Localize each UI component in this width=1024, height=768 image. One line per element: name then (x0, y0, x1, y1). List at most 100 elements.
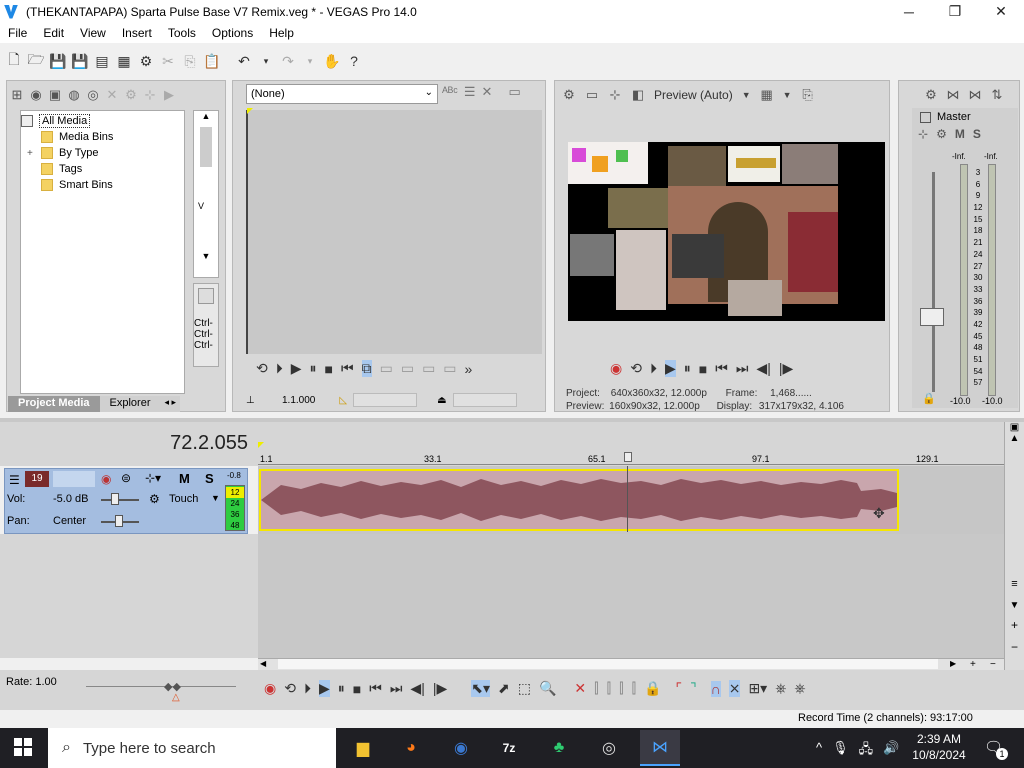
empty-timeline-area[interactable] (258, 534, 1004, 658)
preview-fx-icon[interactable]: ◧ (631, 87, 645, 102)
zoom-in-icon[interactable]: + (970, 659, 976, 670)
media-fx-icon[interactable]: ◍ (67, 87, 81, 102)
undo-icon[interactable]: ↶ (236, 53, 252, 69)
get-photo-icon[interactable]: ▣ (48, 87, 62, 102)
whats-this-icon[interactable]: ? (346, 53, 362, 69)
envelope-tool-icon[interactable]: ⬈ (498, 680, 510, 697)
cut-icon[interactable]: ✂ (160, 53, 176, 69)
next-frame-icon[interactable]: |▶ (779, 360, 793, 377)
minimize-button[interactable]: ─ (886, 0, 932, 23)
gear-icon[interactable]: ⚙ (149, 492, 160, 506)
previous-frame-icon[interactable]: ⏮ (341, 360, 354, 377)
timeline-ruler[interactable]: 1.1 33.1 65.1 97.1 129.1 (258, 422, 1004, 466)
chrome-icon[interactable]: ◉ (446, 734, 476, 762)
paste-icon[interactable]: 📋 (203, 53, 220, 69)
spell-icon[interactable]: ᴬᴮᶜ (442, 84, 458, 100)
tree-item-by-type[interactable]: + By Type (21, 145, 184, 161)
7zip-icon[interactable]: 7z (494, 734, 524, 762)
chevron-down-icon[interactable]: ▼ (211, 493, 220, 503)
audio-track-header[interactable]: ☰ 19 ◉ ⊜ ⊹▾ M S -0.8 Vol: -5.0 dB ⚙ Touc… (4, 468, 248, 534)
scroll-thumb[interactable]: ≡ (1005, 578, 1024, 590)
remove-icon[interactable]: ✕ (482, 84, 493, 100)
pause-icon[interactable]: ⏸ (310, 360, 317, 377)
master-settings-icon[interactable]: ⚙ (936, 127, 947, 141)
previous-frame-icon[interactable]: ◀| (410, 680, 424, 697)
insert-icon[interactable]: ▭ (401, 360, 414, 377)
play-from-start-icon[interactable]: ⏵ (276, 360, 283, 377)
render-icon[interactable]: ▤ (94, 53, 110, 69)
playhead-handle[interactable] (624, 452, 632, 462)
preview-properties-icon[interactable]: ⚙ (562, 87, 576, 102)
automation-icon[interactable]: ⊹▾ (145, 471, 161, 485)
tree-item-smart-bins[interactable]: Smart Bins (21, 177, 184, 193)
master-fader-handle[interactable] (920, 308, 944, 326)
stop-icon[interactable]: ■ (325, 361, 333, 377)
loop-icon[interactable]: ⟲ (630, 360, 642, 377)
close-button[interactable]: ✕ (978, 0, 1024, 23)
menu-options[interactable]: Options (204, 26, 261, 40)
redo-icon[interactable]: ↷ (280, 53, 296, 69)
trimmer-dropdown[interactable]: (None) ⌄ (246, 84, 438, 104)
lock-envelopes-icon[interactable]: 🔒 (644, 680, 661, 697)
record-icon[interactable]: ◉ (610, 360, 622, 377)
save-icon[interactable]: 💾 (49, 53, 66, 69)
ripple-edit-icon[interactable]: ⊞▾ (748, 680, 767, 697)
tab-explorer[interactable]: Explorer (99, 396, 161, 412)
go-to-end-icon[interactable]: ⏭ (736, 360, 749, 377)
play-from-start-icon[interactable]: ⏵ (304, 680, 311, 697)
menu-view[interactable]: View (72, 26, 114, 40)
list-icon[interactable]: ☰ (464, 84, 476, 100)
scroll-up-icon[interactable]: ▲ (1005, 433, 1024, 444)
track-solo-button[interactable]: S (205, 471, 214, 486)
zoom-out-icon[interactable]: − (990, 659, 996, 670)
stop-icon[interactable]: ■ (699, 361, 707, 377)
scroll-right-icon[interactable]: ▶ (950, 659, 956, 668)
track-collapse-icon[interactable]: ☰ (9, 473, 20, 487)
scroll-down-icon[interactable]: ▼ (194, 251, 218, 261)
menu-file[interactable]: File (0, 26, 35, 40)
copy-snapshot-icon[interactable]: ⎘ (801, 87, 815, 102)
file-explorer-icon[interactable]: ▆ (348, 734, 378, 762)
go-to-start-icon[interactable]: ⏮ (715, 360, 728, 377)
play-icon[interactable]: ▶ (291, 360, 302, 377)
show-video-icon[interactable]: ⧉ (361, 360, 372, 377)
preview-quality-dropdown[interactable]: Preview (Auto) (654, 88, 733, 102)
network-icon[interactable]: 🖧 (859, 740, 874, 762)
track-fx-icon[interactable]: ⊜ (121, 471, 131, 485)
previous-frame-icon[interactable]: ◀| (756, 360, 770, 377)
start-button[interactable] (14, 738, 32, 756)
dim-output-icon[interactable]: ⋈ (968, 87, 982, 102)
track-mute-button[interactable]: M (179, 471, 190, 486)
maximize-button[interactable]: ❐ (932, 0, 978, 23)
lock-icon[interactable]: 🔒 (922, 392, 936, 405)
split-screen-icon[interactable]: ⊹ (608, 87, 622, 102)
firefox-icon[interactable]: ◕ (396, 734, 426, 762)
clock[interactable]: 2:39 AM 10/8/2024 (904, 731, 974, 763)
tree-item-tags[interactable]: Tags (21, 161, 184, 177)
app-icon[interactable]: ♣ (544, 734, 574, 762)
selection-tool-icon[interactable]: ⬚ (518, 680, 531, 697)
split-icon[interactable]: ⫿ (632, 680, 636, 697)
menu-edit[interactable]: Edit (35, 26, 72, 40)
settings-icon[interactable]: ⚙ (138, 53, 154, 69)
open-icon[interactable]: 🗁 (27, 51, 44, 69)
pause-icon[interactable]: ⏸ (684, 360, 691, 377)
tab-project-media[interactable]: Project Media (8, 396, 100, 412)
sync-icon[interactable]: ⎈ (794, 680, 805, 697)
chevron-down-icon[interactable]: ▼ (742, 90, 751, 100)
audio-event-clip[interactable]: ✥ (259, 469, 899, 531)
snapping-icon[interactable]: ∩ (710, 680, 721, 697)
replace-icon[interactable]: ▭ (422, 360, 435, 377)
new-icon[interactable]: 🗋 (6, 51, 22, 69)
menu-insert[interactable]: Insert (114, 26, 160, 40)
master-solo-button[interactable]: S (973, 127, 981, 141)
play-icon[interactable]: ▶ (664, 360, 676, 377)
remove-media-icon[interactable]: ✕ (105, 87, 119, 102)
go-to-start-icon[interactable]: ⏮ (369, 680, 382, 697)
media-settings-icon[interactable]: ⚙ (124, 87, 138, 102)
arm-record-icon[interactable]: ◉ (101, 472, 111, 486)
scroll-up-icon[interactable]: ▲ (194, 111, 218, 127)
tree-item-media-bins[interactable]: Media Bins (21, 129, 184, 145)
loop-icon[interactable]: ⟲ (284, 680, 296, 697)
marker-tool-icon[interactable]: ⌜ (676, 680, 683, 697)
